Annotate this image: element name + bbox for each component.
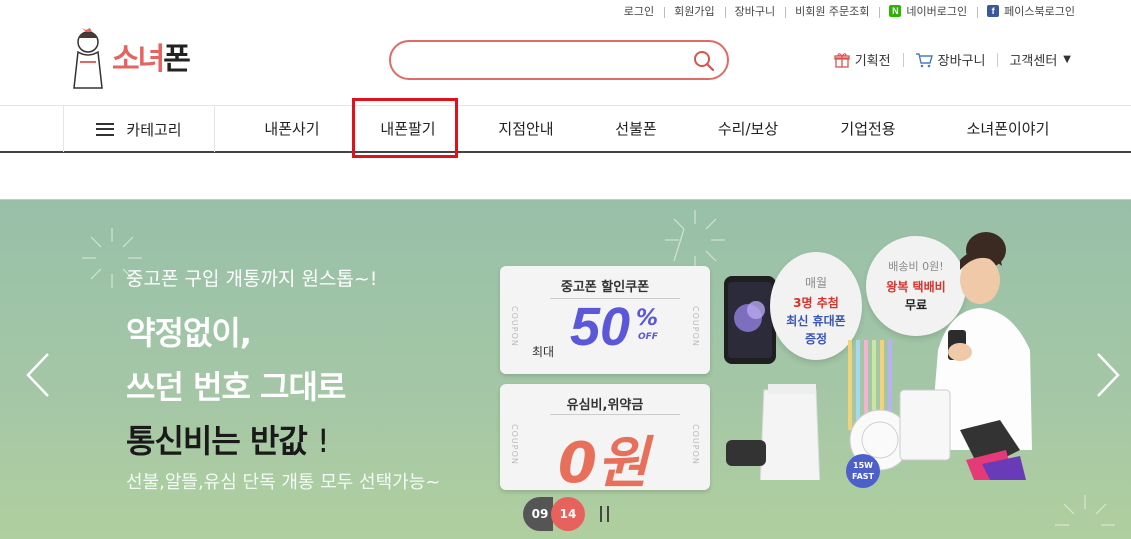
main-nav: 카테고리 내폰사기 내폰팔기 지점안내 선불폰 수리/보상 기업전용 소녀폰이야… [0, 105, 1131, 153]
bubble-monthly: 매월 [804, 276, 828, 290]
guest-order-link[interactable]: 비회원 주문조회 [785, 3, 879, 19]
bubble-newphone: 최신 휴대폰 [786, 314, 846, 328]
nav-item-stores[interactable]: 지점안내 [484, 106, 568, 152]
banner-headline-3: 통신비는 반값 ! [126, 422, 330, 460]
coupon-side-label: COUPON [691, 424, 700, 465]
coupon-fee-title: 유심비,위약금 [566, 398, 644, 413]
pause-icon[interactable] [599, 506, 611, 522]
join-link[interactable]: 회원가입 [664, 3, 724, 19]
page: 로그인 회원가입 장바구니 비회원 주문조회 N 네이버로그인 f 페이스북로그… [0, 0, 1131, 539]
coupon-side-label: COUPON [510, 424, 519, 465]
search-box [389, 40, 729, 80]
facebook-icon: f [987, 5, 1000, 17]
nav-item-story[interactable]: 소녀폰이야기 [950, 106, 1066, 152]
coupon-side-label: COUPON [691, 306, 700, 347]
accessories-image [726, 340, 1026, 480]
coupon-max-label: 최대 [532, 345, 555, 359]
coupon-side-label: COUPON [510, 306, 519, 347]
support-dropdown[interactable]: 고객센터 ▼ [997, 50, 1083, 69]
cart-icon [915, 52, 933, 67]
coupon-discount: 중고폰 할인쿠폰 COUPON COUPON 최대 50 % OFF [500, 266, 710, 374]
coupon-percent-sign: % [636, 306, 659, 331]
slide-total: 14 [551, 497, 585, 531]
naver-login-link[interactable]: N 네이버로그인 [879, 3, 977, 19]
events-link[interactable]: 기획전 [822, 50, 903, 69]
nav-item-prepaid[interactable]: 선불폰 [604, 106, 668, 152]
next-slide-arrow-icon[interactable] [1092, 350, 1122, 400]
chevron-down-icon: ▼ [1063, 54, 1071, 65]
login-link[interactable]: 로그인 [614, 3, 664, 19]
slide-pager: 09 14 [523, 497, 611, 531]
events-label: 기획전 [854, 54, 891, 69]
facebook-login-link[interactable]: f 페이스북로그인 [977, 3, 1085, 19]
menu-icon [96, 122, 115, 136]
coupon-fee: 유심비,위약금 COUPON COUPON 0원 [500, 384, 710, 496]
slide-current: 09 [523, 497, 553, 531]
support-label: 고객센터 [1009, 54, 1058, 69]
category-label: 카테고리 [126, 120, 182, 139]
banner-headline-2: 쓰던 번호 그대로 [126, 368, 346, 406]
banner-note: 선불,알뜰,유심 단독 개통 모두 선택가능~ [126, 472, 441, 493]
prev-slide-arrow-icon[interactable] [24, 350, 54, 400]
hero-banner[interactable]: 중고폰 구입 개통까지 원스톱~! 약정없이, 쓰던 번호 그대로 통신비는 반… [0, 199, 1131, 539]
banner-subtitle: 중고폰 구입 개통까지 원스톱~! [126, 268, 378, 290]
nav-row: 카테고리 [63, 106, 215, 152]
logo-text: 소녀폰 [112, 42, 191, 77]
header-cart-link[interactable]: 장바구니 [902, 50, 998, 69]
search-input[interactable] [407, 51, 687, 69]
facebook-login-label: 페이스북로그인 [1004, 5, 1075, 18]
coupon-fee-value: 0원 [558, 431, 649, 496]
naver-login-label: 네이버로그인 [906, 5, 968, 18]
highlight-box [352, 98, 458, 158]
coupon-discount-title: 중고폰 할인쿠폰 [560, 280, 650, 295]
header-links: 기획전 장바구니 고객센터 ▼ [822, 50, 1083, 69]
nav-item-business[interactable]: 기업전용 [826, 106, 910, 152]
fast-charge-badge: 15W FAST [846, 454, 880, 488]
naver-icon: N [889, 5, 902, 17]
banner-headline-1: 약정없이, [126, 314, 252, 352]
gift-icon [834, 52, 850, 68]
header-cart-label: 장바구니 [937, 54, 986, 69]
utility-bar: 로그인 회원가입 장바구니 비회원 주문조회 N 네이버로그인 f 페이스북로그… [614, 0, 1085, 22]
coupon-divider [550, 414, 680, 415]
nav-item-buy-phone[interactable]: 내폰사기 [250, 106, 334, 152]
nav-item-repair[interactable]: 수리/보상 [706, 106, 790, 152]
logo-girl-illustration [73, 28, 103, 89]
coupon-discount-value: 50 [570, 297, 631, 357]
bubble-draw: 3명 추첨 [793, 296, 839, 310]
category-button[interactable]: 카테고리 [63, 106, 215, 152]
cart-link[interactable]: 장바구니 [724, 3, 785, 19]
coupon-off-label: OFF [638, 332, 658, 342]
site-logo[interactable]: 소녀폰 [64, 26, 214, 92]
search-icon[interactable] [693, 50, 715, 72]
